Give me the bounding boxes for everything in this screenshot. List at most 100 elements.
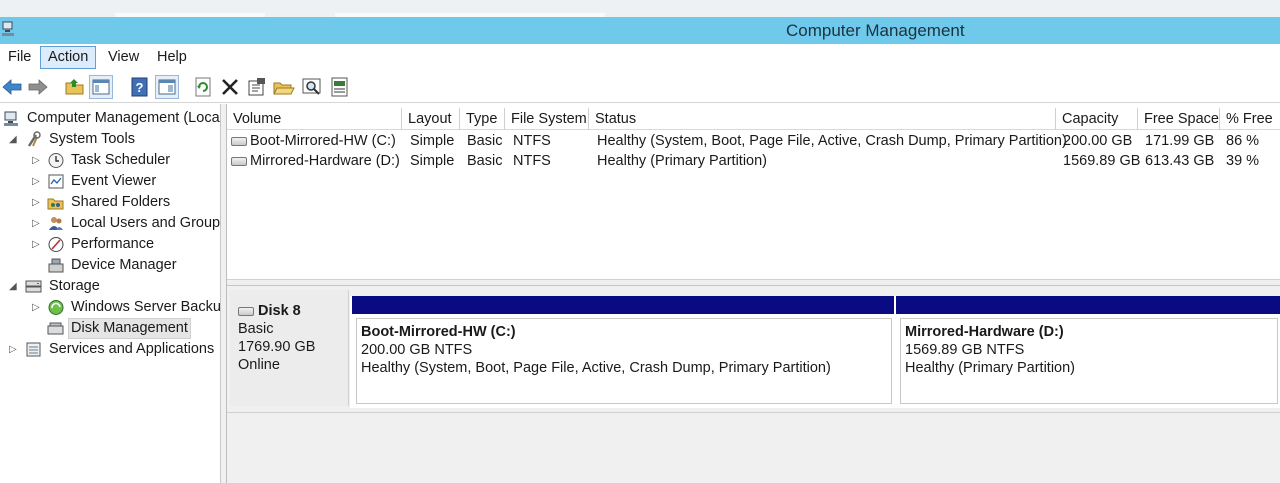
export-icon[interactable] (328, 75, 352, 99)
menu-view[interactable]: View (101, 46, 146, 69)
disk-info[interactable]: Disk 8 Basic 1769.90 GB Online (230, 290, 349, 406)
column-status[interactable]: Status (589, 108, 1056, 130)
menu-help[interactable]: Help (150, 46, 194, 69)
tree-item-label: Disk Management (68, 318, 191, 339)
device-manager-icon (48, 258, 64, 273)
services-icon (26, 342, 41, 357)
performance-icon (48, 237, 64, 252)
layout-cell: Simple (410, 133, 455, 149)
backup-icon (48, 300, 64, 315)
collapse-arrow-icon[interactable]: ◢ (9, 276, 19, 297)
tree-item-label: Task Scheduler (71, 152, 171, 168)
percent-free-cell: 86 % (1226, 133, 1260, 149)
disk-name: Disk 8 (258, 303, 301, 319)
tree-item-label: Computer Management (Local (27, 110, 221, 126)
expand-arrow-icon[interactable]: ▷ (32, 234, 42, 255)
column-percent-free[interactable]: % Free (1220, 108, 1280, 130)
view-splitter[interactable] (227, 279, 1280, 286)
svg-text:?: ? (136, 80, 144, 95)
partition-c[interactable]: Boot-Mirrored-HW (C:) 200.00 GB NTFS Hea… (352, 296, 894, 404)
volume-list: Volume Layout Type File System Status Ca… (227, 104, 1280, 279)
tree-item-label: Windows Server Backup (71, 299, 221, 315)
tree-item-event-viewer[interactable]: ▷ Event Viewer (0, 171, 220, 192)
search-icon[interactable] (300, 75, 324, 99)
volume-name: Mirrored-Hardware (D:) (250, 153, 400, 169)
column-capacity[interactable]: Capacity (1056, 108, 1138, 130)
properties-icon[interactable] (245, 75, 269, 99)
tree-item-disk-management[interactable]: Disk Management (0, 318, 220, 339)
type-cell: Basic (467, 133, 503, 149)
tree-item-device-manager[interactable]: Device Manager (0, 255, 220, 276)
table-row[interactable]: Boot-Mirrored-HW (C:) Simple Basic NTFS … (227, 131, 1280, 152)
expand-arrow-icon[interactable]: ▷ (32, 192, 42, 213)
tree-item-local-users-and-groups[interactable]: ▷ Local Users and Groups (0, 213, 220, 234)
users-icon (49, 217, 63, 230)
show-hide-tree-button[interactable] (89, 75, 113, 99)
expand-arrow-icon[interactable]: ▷ (32, 150, 42, 171)
forward-arrow-icon[interactable] (26, 75, 50, 99)
volume-list-header: Volume Layout Type File System Status Ca… (227, 108, 1280, 130)
disk-icon (238, 307, 254, 316)
partition-size-fs: 1569.89 GB NTFS (905, 342, 1025, 358)
partition-status: Healthy (System, Boot, Page File, Active… (361, 360, 831, 376)
tree-item-services-and-applications[interactable]: ▷ Services and Applications (0, 339, 220, 360)
tree-item-label: Services and Applications (49, 341, 215, 357)
disk-state: Online (238, 357, 280, 373)
tree-item-performance[interactable]: ▷ Performance (0, 234, 220, 255)
column-volume[interactable]: Volume (227, 108, 402, 130)
tree-item-storage[interactable]: ◢ Storage (0, 276, 220, 297)
column-file-system[interactable]: File System (505, 108, 589, 130)
tree-item-system-tools[interactable]: ◢ System Tools (0, 129, 220, 150)
console-tree-icon (92, 79, 110, 95)
column-layout[interactable]: Layout (402, 108, 460, 130)
status-cell: Healthy (System, Boot, Page File, Active… (597, 133, 1067, 149)
delete-icon[interactable] (218, 75, 242, 99)
open-icon[interactable] (272, 75, 296, 99)
collapse-arrow-icon[interactable]: ◢ (9, 129, 19, 150)
expand-arrow-icon[interactable]: ▷ (32, 213, 42, 234)
show-hide-action-pane-button[interactable] (155, 75, 179, 99)
volume-cell: Boot-Mirrored-HW (C:) (227, 131, 402, 152)
menu-file[interactable]: File (1, 46, 38, 69)
tree-item-computer-management[interactable]: Computer Management (Local (0, 108, 221, 129)
tree-item-task-scheduler[interactable]: ▷ Task Scheduler (0, 150, 220, 171)
computer-management-icon (2, 21, 14, 36)
disk-size: 1769.90 GB (238, 339, 316, 355)
shared-folder-icon (47, 198, 64, 210)
file-system-cell: NTFS (513, 153, 551, 169)
menu-bar: File Action View Help (0, 44, 1280, 70)
top-strip (0, 0, 1280, 17)
title-bar: Computer Management (0, 17, 1280, 44)
tree-item-windows-server-backup[interactable]: ▷ Windows Server Backup (0, 297, 221, 318)
tree-item-shared-folders[interactable]: ▷ Shared Folders (0, 192, 220, 213)
expand-arrow-icon[interactable]: ▷ (9, 339, 19, 360)
status-cell: Healthy (Primary Partition) (597, 153, 768, 169)
partition-details: Boot-Mirrored-HW (C:) 200.00 GB NTFS Hea… (356, 318, 892, 404)
partition-name: Boot-Mirrored-HW (C:) (361, 324, 516, 340)
back-arrow-icon[interactable] (0, 75, 24, 99)
disk-graphical-view: Disk 8 Basic 1769.90 GB Online Boot-Mirr… (227, 286, 1280, 483)
free-space-cell: 171.99 GB (1145, 133, 1215, 149)
partition-status: Healthy (Primary Partition) (905, 360, 1076, 376)
drive-icon (231, 137, 247, 146)
percent-free-cell: 39 % (1226, 153, 1260, 169)
computer-management-icon (4, 111, 18, 126)
expand-arrow-icon[interactable]: ▷ (32, 297, 42, 318)
menu-action[interactable]: Action (40, 46, 97, 69)
capacity-cell: 1569.89 GB (1063, 153, 1141, 169)
table-row[interactable]: Mirrored-Hardware (D:) Simple Basic NTFS… (227, 151, 1280, 172)
tree-item-label: Shared Folders (71, 194, 171, 210)
help-icon[interactable]: ? (128, 75, 152, 99)
up-folder-icon[interactable] (63, 75, 87, 99)
action-pane-icon (158, 79, 176, 95)
column-free-space[interactable]: Free Space (1138, 108, 1220, 130)
file-system-cell: NTFS (513, 133, 551, 149)
column-type[interactable]: Type (460, 108, 505, 130)
expand-arrow-icon[interactable]: ▷ (32, 171, 42, 192)
partition-d[interactable]: Mirrored-Hardware (D:) 1569.89 GB NTFS H… (894, 296, 1280, 404)
storage-icon (25, 280, 42, 293)
partition-header-bar (352, 296, 894, 314)
disk-type: Basic (238, 321, 274, 337)
toolbar: ? (0, 70, 1280, 103)
refresh-icon[interactable] (191, 75, 215, 99)
